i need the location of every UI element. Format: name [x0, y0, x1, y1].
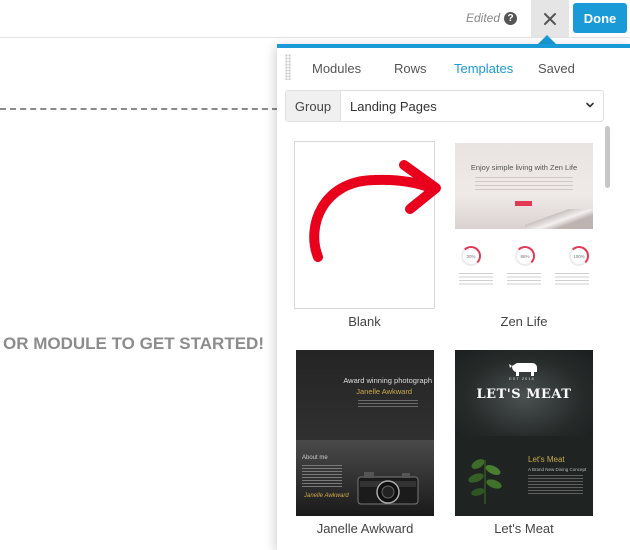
herb-icon [468, 459, 502, 504]
zen-stats: 30% 88% 100% [461, 246, 589, 266]
top-bar: Edited ? Done [0, 0, 630, 38]
question-circle-icon[interactable]: ? [504, 11, 517, 25]
edited-status[interactable]: Edited ? [466, 11, 517, 25]
template-label-janelle-awkward: Janelle Awkward [316, 521, 414, 536]
curved-arrow-icon [309, 160, 441, 262]
template-thumbnail-lets-meat[interactable]: EST 2018 LET'S MEAT Let's Meat A Brand N… [455, 350, 593, 516]
done-button[interactable]: Done [573, 3, 627, 33]
zen-title: Enjoy simple living with Zen Life [470, 163, 578, 172]
chevron-down-icon [586, 102, 594, 108]
canvas-empty-message: OR MODULE TO GET STARTED! [3, 334, 264, 353]
janelle-signature: Janelle Awkward [304, 493, 349, 499]
tab-modules[interactable]: Modules [312, 61, 361, 76]
zen-stat: 88% [515, 246, 535, 266]
zen-decor [525, 209, 593, 229]
group-select[interactable]: Landing Pages [341, 91, 603, 121]
janelle-tagline [358, 400, 418, 408]
close-panel-button[interactable] [531, 0, 569, 37]
meat-subheading: A Brand New Dining Concept [528, 467, 587, 472]
cow-icon [509, 363, 537, 376]
tab-saved[interactable]: Saved [538, 61, 575, 76]
panel-tabs: Modules Rows Templates Saved [277, 48, 626, 88]
janelle-headline: Award winning photograph [343, 376, 432, 385]
template-label-blank: Blank [348, 314, 381, 329]
zen-hero: Enjoy simple living with Zen Life [455, 143, 593, 229]
tab-templates[interactable]: Templates [454, 61, 513, 76]
template-thumbnail-zen-life[interactable]: Enjoy simple living with Zen Life 30% 88… [455, 143, 593, 309]
group-select-value: Landing Pages [350, 98, 437, 114]
janelle-about-heading: About me [302, 455, 328, 461]
tab-rows[interactable]: Rows [394, 61, 427, 76]
meat-logo: LET'S MEAT [476, 387, 572, 402]
janelle-name: Janelle Awkward [356, 387, 412, 396]
zen-cta [515, 201, 532, 206]
template-label-lets-meat: Let's Meat [494, 521, 554, 536]
zen-text [507, 273, 541, 285]
camera-icon [357, 472, 419, 505]
group-label: Group [286, 91, 341, 121]
janelle-about-text [302, 465, 342, 487]
group-filter: Group Landing Pages [285, 90, 604, 122]
meat-est: EST 2018 [509, 376, 535, 381]
zen-stat: 30% [461, 246, 481, 266]
panel-pointer [538, 35, 556, 44]
template-label-zen-life: Zen Life [500, 314, 548, 329]
edited-label: Edited [465, 11, 500, 25]
zen-text [459, 273, 493, 285]
meat-text [528, 475, 583, 495]
zen-stat: 100% [569, 246, 589, 266]
zen-text [555, 273, 589, 285]
close-icon [544, 12, 556, 25]
zen-paragraph [475, 177, 573, 191]
panel-scrollbar[interactable] [605, 126, 610, 188]
meat-heading: Let's Meat [528, 455, 565, 464]
template-thumbnail-janelle-awkward[interactable]: Award winning photograph Janelle Awkward… [296, 350, 434, 516]
row-drop-guide [0, 108, 278, 110]
